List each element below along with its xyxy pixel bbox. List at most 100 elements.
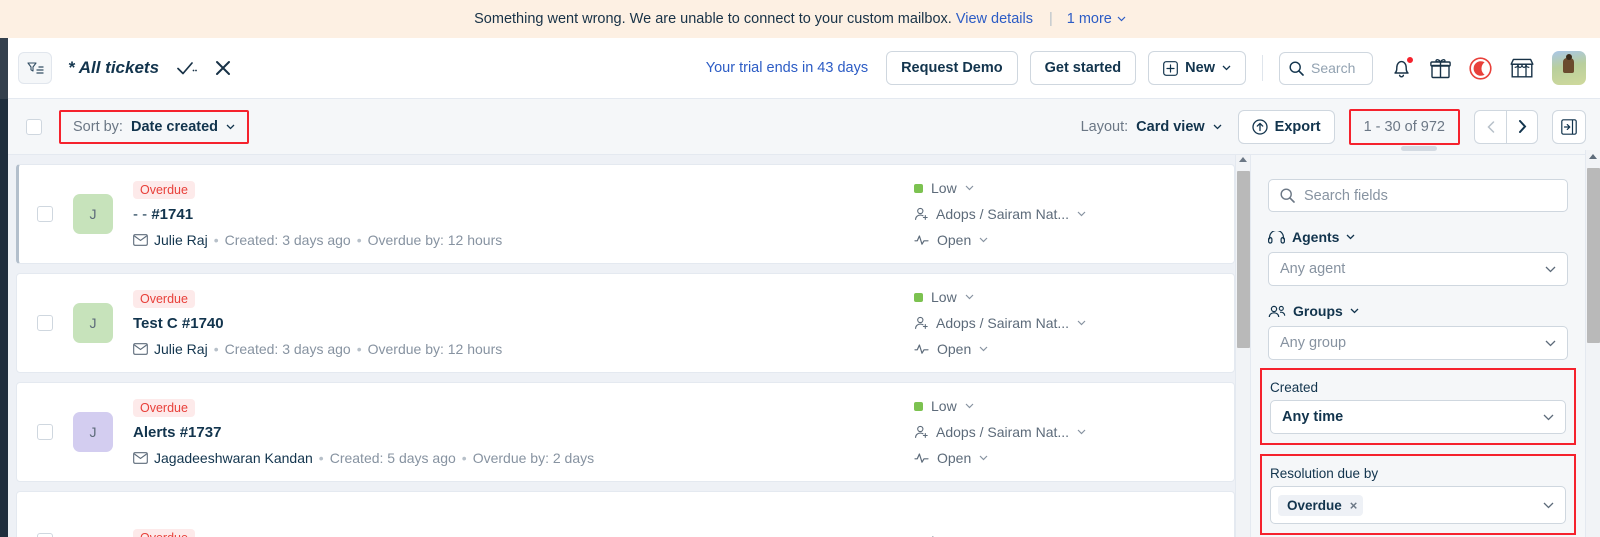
list-toolbar: Sort by: Date created Layout: Card view … xyxy=(8,99,1600,155)
ticket-card[interactable]: J Overdue - - #1741 Julie Raj • Created: 3 da… xyxy=(16,164,1235,264)
layout-control[interactable]: Layout: Card view xyxy=(1081,119,1222,135)
export-icon xyxy=(1252,118,1268,135)
group-select[interactable]: Adops / Sairam Nat... xyxy=(914,315,1218,331)
chevron-down-icon xyxy=(965,185,974,191)
ticket-checkbox[interactable] xyxy=(37,315,53,331)
request-demo-button[interactable]: Request Demo xyxy=(886,51,1018,85)
resolution-chip[interactable]: Overdue × xyxy=(1278,494,1364,516)
chevron-down-icon xyxy=(1117,16,1126,22)
ticket-subject[interactable]: - - #1741 xyxy=(133,206,914,223)
filter-list-button[interactable] xyxy=(18,52,52,84)
chevron-down-icon xyxy=(1545,340,1556,346)
created-time: Created: 5 days ago xyxy=(329,449,456,466)
group-select[interactable]: Adops / Sairam Nat... xyxy=(914,206,1218,222)
priority-select[interactable]: Low xyxy=(914,180,1218,196)
status-value: Open xyxy=(937,341,972,357)
get-started-button[interactable]: Get started xyxy=(1029,51,1137,85)
agents-field-label[interactable]: Agents xyxy=(1268,229,1568,245)
ticket-checkbox[interactable] xyxy=(37,533,53,537)
chevron-down-icon xyxy=(979,346,988,352)
new-button[interactable]: New xyxy=(1148,51,1246,85)
view-details-link[interactable]: View details xyxy=(956,11,1033,27)
gifts-button[interactable] xyxy=(1430,58,1451,79)
save-view-button[interactable] xyxy=(177,60,197,77)
sort-by-control[interactable]: Sort by: Date created xyxy=(59,109,250,144)
agents-select[interactable]: Any agent xyxy=(1268,252,1568,286)
ticket-subject[interactable]: Test C #1740 xyxy=(133,315,914,332)
panel-drag-handle[interactable] xyxy=(1401,146,1437,151)
ticket-subject[interactable]: Alerts #1737 xyxy=(133,424,914,441)
chevron-down-icon xyxy=(965,403,974,409)
ticket-card[interactable]: Overdue Low xyxy=(16,491,1235,537)
banner-more-label: 1 more xyxy=(1066,11,1112,27)
next-page-button[interactable] xyxy=(1506,109,1538,144)
agents-label-text: Agents xyxy=(1292,229,1340,245)
ticket-list: J Overdue - - #1741 Julie Raj • Created: 3 da… xyxy=(8,155,1235,537)
left-nav-rail-top[interactable] xyxy=(0,38,8,99)
chevron-down-icon xyxy=(979,237,988,243)
priority-value: Low xyxy=(931,180,957,196)
priority-indicator xyxy=(914,183,923,193)
close-view-button[interactable] xyxy=(215,60,231,76)
scroll-up-arrow-icon[interactable] xyxy=(1589,154,1597,159)
groups-select[interactable]: Any group xyxy=(1268,326,1568,360)
search-placeholder: Search xyxy=(1311,60,1356,76)
group-select[interactable]: Adops / Sairam Nat... xyxy=(914,424,1218,440)
chevron-down-icon xyxy=(1077,211,1086,217)
toggle-filter-panel-button[interactable] xyxy=(1552,109,1586,144)
ticket-checkbox[interactable] xyxy=(37,206,53,222)
status-value: Open xyxy=(937,232,972,248)
prev-page-button[interactable] xyxy=(1474,109,1506,144)
priority-select[interactable]: Low xyxy=(914,533,1218,537)
ticket-checkbox[interactable] xyxy=(37,424,53,440)
select-all-checkbox[interactable] xyxy=(26,118,42,135)
status-select[interactable]: Open xyxy=(914,341,1218,357)
status-badge: Overdue xyxy=(133,180,195,199)
created-select[interactable]: Any time xyxy=(1270,400,1566,434)
ticket-card[interactable]: J Overdue Test C #1740 Julie Raj • Created: 3… xyxy=(16,273,1235,373)
trial-status-link[interactable]: Your trial ends in 43 days xyxy=(706,60,868,76)
scroll-up-arrow-icon[interactable] xyxy=(1239,157,1247,162)
scrollbar-thumb[interactable] xyxy=(1237,171,1250,348)
ticket-card[interactable]: J Overdue Alerts #1737 Jagadeeshwaran Kanda… xyxy=(16,382,1235,482)
status-select[interactable]: Open xyxy=(914,232,1218,248)
chevron-down-icon xyxy=(1222,65,1231,71)
notification-badge xyxy=(1406,56,1414,64)
created-time: Created: 3 days ago xyxy=(224,340,351,357)
export-button[interactable]: Export xyxy=(1237,109,1335,144)
resolution-chip-label: Overdue xyxy=(1287,497,1342,513)
status-select[interactable]: Open xyxy=(914,450,1218,466)
priority-select[interactable]: Low xyxy=(914,398,1218,414)
left-nav-rail[interactable] xyxy=(0,38,8,537)
search-input[interactable]: Search xyxy=(1279,51,1373,85)
marketplace-button[interactable] xyxy=(1510,57,1534,79)
sort-by-value: Date created xyxy=(130,118,219,135)
resolution-select[interactable]: Overdue × xyxy=(1270,486,1566,524)
avatar[interactable] xyxy=(1552,51,1586,85)
agent-icon xyxy=(915,207,928,221)
priority-select[interactable]: Low xyxy=(914,289,1218,305)
groups-label-text: Groups xyxy=(1293,303,1343,319)
dark-mode-button[interactable] xyxy=(1469,56,1492,80)
banner-separator: | xyxy=(1048,11,1053,27)
email-icon xyxy=(133,342,148,355)
group-value: Adops / Sairam Nat... xyxy=(936,424,1070,440)
filter-search-input[interactable]: Search fields xyxy=(1268,179,1568,212)
ticket-list-scrollbar[interactable] xyxy=(1235,155,1250,537)
created-filter-group: Created Any time xyxy=(1260,368,1576,445)
remove-chip-icon[interactable]: × xyxy=(1350,498,1358,513)
resolution-due-filter-group: Resolution due by Overdue × xyxy=(1260,454,1576,535)
page-scrollbar[interactable] xyxy=(1585,150,1600,537)
search-icon xyxy=(1289,60,1304,76)
layout-value: Card view xyxy=(1136,118,1205,135)
status-badge: Overdue xyxy=(133,289,195,308)
chevron-down-icon xyxy=(1545,266,1556,272)
notifications-button[interactable] xyxy=(1391,56,1414,79)
requester-name: Jagadeeshwaran Kandan xyxy=(154,449,313,466)
banner-more-toggle[interactable]: 1 more xyxy=(1067,11,1126,27)
pagination-controls xyxy=(1474,109,1538,144)
scrollbar-thumb[interactable] xyxy=(1587,168,1600,343)
groups-field-label[interactable]: Groups xyxy=(1268,303,1568,319)
people-icon xyxy=(1268,305,1286,317)
ticket-properties: Low Adops / Sairam Nat... Open xyxy=(914,180,1234,248)
